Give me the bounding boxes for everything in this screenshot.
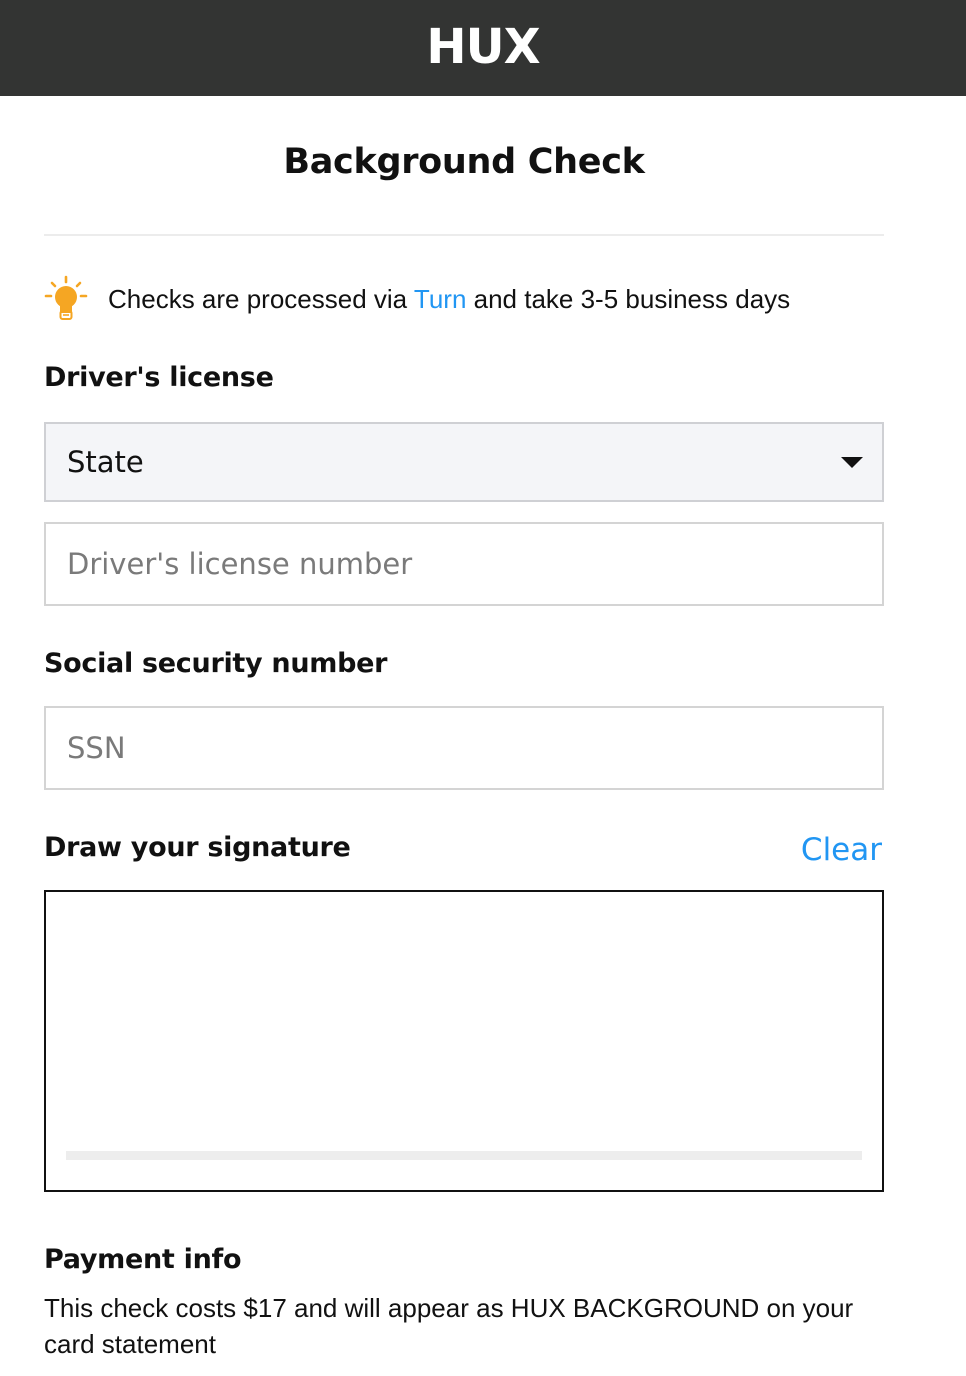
title-divider: [44, 234, 884, 236]
info-text-after: and take 3-5 business days: [466, 283, 791, 314]
caret-down-icon: [841, 457, 863, 468]
payment-info-label: Payment info: [44, 1244, 242, 1275]
hux-logo: HUX: [426, 19, 540, 75]
drivers-license-label: Driver's license: [44, 362, 274, 393]
signature-pad[interactable]: [44, 890, 884, 1192]
drivers-license-number-input[interactable]: Driver's license number: [44, 522, 884, 606]
signature-label: Draw your signature: [44, 832, 351, 863]
turn-link[interactable]: Turn: [414, 284, 467, 314]
signature-baseline: [66, 1151, 862, 1160]
processing-info: Checks are processed via Turn and take 3…: [44, 274, 924, 324]
ssn-input[interactable]: SSN: [44, 706, 884, 790]
processing-info-text: Checks are processed via Turn and take 3…: [108, 284, 790, 315]
drivers-license-number-placeholder: Driver's license number: [67, 547, 413, 581]
page-title: Background Check: [283, 142, 645, 182]
clear-signature-button[interactable]: Clear: [801, 832, 882, 868]
app-header: HUX: [0, 0, 966, 96]
state-select[interactable]: State: [44, 422, 884, 502]
ssn-placeholder: SSN: [67, 731, 126, 765]
info-text-before: Checks are processed via: [108, 283, 414, 314]
state-select-value: State: [67, 445, 144, 479]
ssn-label: Social security number: [44, 648, 388, 679]
payment-description: This check costs $17 and will appear as …: [44, 1293, 854, 1359]
lightbulb-icon: [44, 275, 88, 320]
